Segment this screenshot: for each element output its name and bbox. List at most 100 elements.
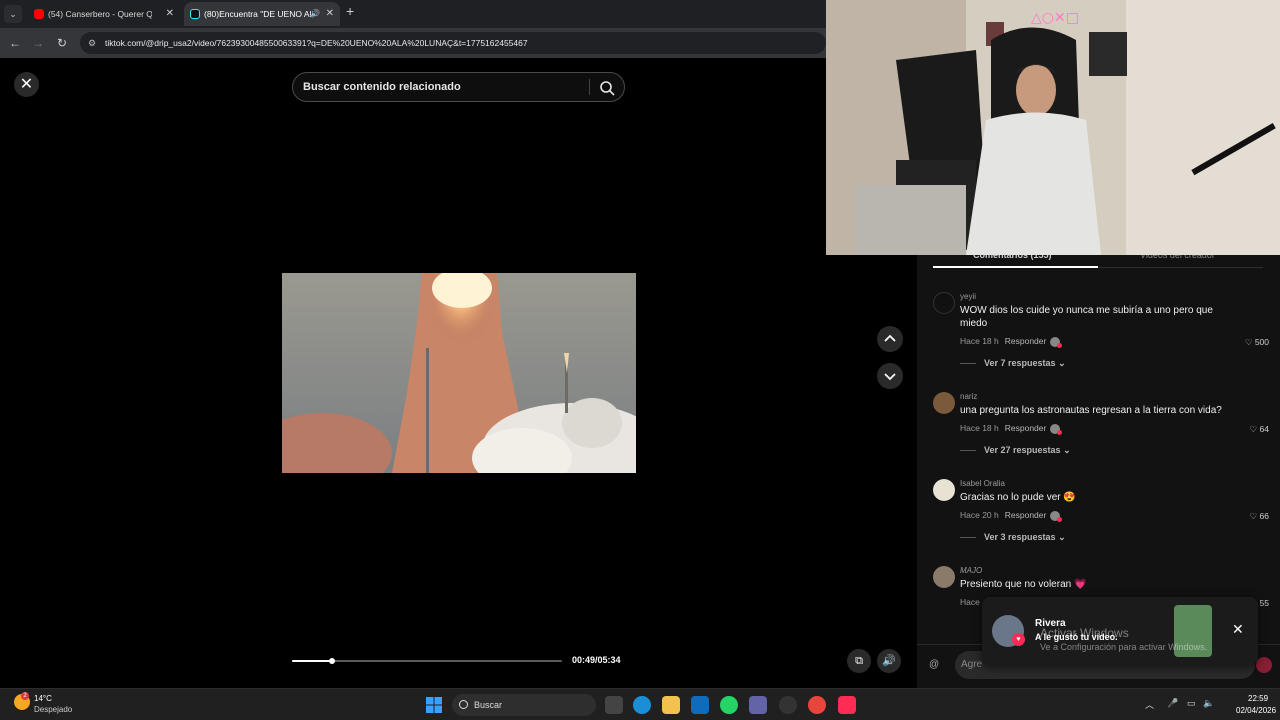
mention-icon[interactable]: @	[929, 659, 939, 670]
comment-meta: Hace 18 h Responder	[960, 423, 1063, 435]
avatar[interactable]	[933, 292, 955, 314]
avatar[interactable]	[933, 479, 955, 501]
floating-player-button[interactable]: ⧉	[847, 649, 871, 673]
activate-windows-subtitle: Ve a Configuración para activar Windows.	[1040, 642, 1208, 652]
reply-button[interactable]: Responder	[1005, 423, 1047, 433]
notification-badge: 2	[21, 692, 29, 700]
new-tab-button[interactable]: +	[346, 3, 354, 19]
next-video-button[interactable]	[877, 363, 903, 389]
search-bar[interactable]: Buscar contenido relacionado	[292, 72, 625, 102]
tab-tiktok[interactable]: (80)Encuentra "DE UENO AL 🔊 ✕	[184, 2, 340, 26]
omnibox[interactable]: ⚙ tiktok.com/@drip_usa2/video/7623930048…	[80, 32, 826, 54]
svg-text:△○✕□: △○✕□	[1031, 10, 1079, 26]
youtube-icon	[34, 9, 44, 19]
like-count: 500	[1254, 337, 1269, 347]
view-replies-label: Ver 7 respuestas	[984, 358, 1056, 368]
comment-username[interactable]: nariz	[960, 392, 977, 401]
comment-time: Hace 20 h	[960, 510, 999, 520]
send-icon[interactable]	[1256, 657, 1272, 673]
clock-date[interactable]: 02/04/2026	[1236, 706, 1276, 715]
view-replies-label: Ver 27 respuestas	[984, 445, 1061, 455]
view-replies-button[interactable]: Ver 3 respuestas ⌄	[960, 532, 1066, 543]
webcam-image: △○✕□	[826, 0, 1280, 255]
close-icon[interactable]: ✕	[14, 72, 39, 97]
chevron-up-icon[interactable]: ︿	[1145, 698, 1154, 711]
whatsapp-icon[interactable]	[720, 696, 738, 714]
network-icon[interactable]: ▭	[1187, 698, 1196, 709]
weather-desc[interactable]: Despejado	[34, 705, 72, 714]
search-divider	[589, 79, 590, 95]
progress-bar[interactable]	[292, 658, 562, 664]
taskbar-search-label: Buscar	[474, 700, 503, 710]
tab-title: (80)Encuentra "DE UENO AL	[204, 9, 312, 19]
avatar[interactable]	[933, 566, 955, 588]
rocket-launch-image	[282, 273, 636, 473]
comment-text: Gracias no lo pude ver 😍	[960, 492, 1076, 503]
speaker-icon[interactable]: 🔊	[310, 2, 320, 26]
tab-youtube[interactable]: (54) Canserbero - Querer Quer ✕	[28, 2, 180, 26]
chrome-icon[interactable]	[808, 696, 826, 714]
search-icon[interactable]	[598, 79, 616, 97]
tiktok-icon	[190, 9, 200, 19]
comment-meta: Hace 18 h Responder	[960, 336, 1063, 348]
comments-tabs: Comentarios (155) Videos del creador	[933, 250, 1263, 268]
like-button[interactable]: ♡ 500	[1245, 337, 1269, 348]
like-button[interactable]: ♡ 66	[1250, 511, 1269, 522]
progress-knob[interactable]	[328, 658, 335, 664]
view-replies-button[interactable]: Ver 7 respuestas ⌄	[960, 358, 1066, 369]
forward-arrow-icon[interactable]: →	[29, 34, 47, 52]
comment-username[interactable]: yeyii	[960, 292, 976, 301]
volume-icon[interactable]: 🔈	[1203, 698, 1214, 709]
windows-start-icon[interactable]	[426, 697, 442, 713]
task-view-icon[interactable]	[605, 696, 623, 714]
search-icon	[459, 700, 468, 709]
tab-search-menu-button[interactable]: ⌄	[4, 5, 22, 23]
previous-video-button[interactable]	[877, 326, 903, 352]
url-text[interactable]: tiktok.com/@drip_usa2/video/762393004855…	[105, 32, 528, 54]
tab-title: (54) Canserbero - Querer Quer	[48, 9, 152, 19]
video-frame[interactable]	[282, 273, 636, 473]
close-icon[interactable]: ✕	[1232, 621, 1244, 638]
view-replies-button[interactable]: Ver 27 respuestas ⌄	[960, 445, 1071, 456]
video-time: 00:49/05:34	[572, 655, 621, 665]
video-player[interactable]: 00:49/05:34	[282, 58, 636, 688]
search-input[interactable]: Buscar contenido relacionado	[303, 73, 461, 101]
active-tab-indicator	[933, 266, 1098, 268]
back-arrow-icon[interactable]: ←	[6, 34, 24, 52]
file-explorer-icon[interactable]	[662, 696, 680, 714]
webcam-overlay: △○✕□	[826, 0, 1280, 255]
volume-icon[interactable]: 🔊	[877, 649, 901, 673]
tiktok-app-icon[interactable]	[838, 696, 856, 714]
comment-username[interactable]: Isabel Oralia	[960, 479, 1005, 488]
windows-taskbar: 2 14°C Despejado Buscar ︿ 🎤 ▭ 🔈 22:59 02…	[0, 688, 1280, 720]
creator-liked-icon	[1050, 423, 1063, 435]
creator-liked-icon	[1050, 510, 1063, 522]
close-tab-icon[interactable]: ✕	[326, 2, 334, 26]
comment-time: Hace	[960, 597, 980, 607]
clock-time[interactable]: 22:59	[1248, 694, 1268, 703]
like-count: 55	[1259, 598, 1269, 608]
reply-button[interactable]: Responder	[1005, 510, 1047, 520]
comment-username[interactable]: MAJO	[960, 566, 982, 575]
comment-text: WOW dios los cuide yo nunca me subiría a…	[960, 305, 1213, 329]
comment-text: Presiento que no voleran 💗	[960, 579, 1087, 590]
teams-icon[interactable]	[749, 696, 767, 714]
edge-icon[interactable]	[633, 696, 651, 714]
microphone-icon[interactable]: 🎤	[1167, 698, 1178, 709]
site-info-icon[interactable]: ⚙	[88, 37, 100, 49]
chevron-up-icon	[884, 334, 896, 342]
comment-text: una pregunta los astronautas regresan a …	[960, 405, 1222, 416]
activate-windows-title: Activar Windows	[1040, 626, 1129, 640]
view-replies-label: Ver 3 respuestas	[984, 532, 1056, 542]
like-button[interactable]: ♡ 64	[1250, 424, 1269, 435]
close-tab-icon[interactable]: ✕	[166, 2, 174, 26]
outlook-icon[interactable]	[691, 696, 709, 714]
taskbar-search[interactable]: Buscar	[452, 694, 596, 716]
avatar[interactable]	[933, 392, 955, 414]
reply-button[interactable]: Responder	[1005, 336, 1047, 346]
weather-temp[interactable]: 14°C	[34, 694, 52, 703]
heart-icon: ♥	[1012, 633, 1025, 646]
reload-icon[interactable]: ↻	[53, 34, 71, 52]
settings-icon[interactable]	[779, 696, 797, 714]
like-count: 64	[1259, 424, 1269, 434]
